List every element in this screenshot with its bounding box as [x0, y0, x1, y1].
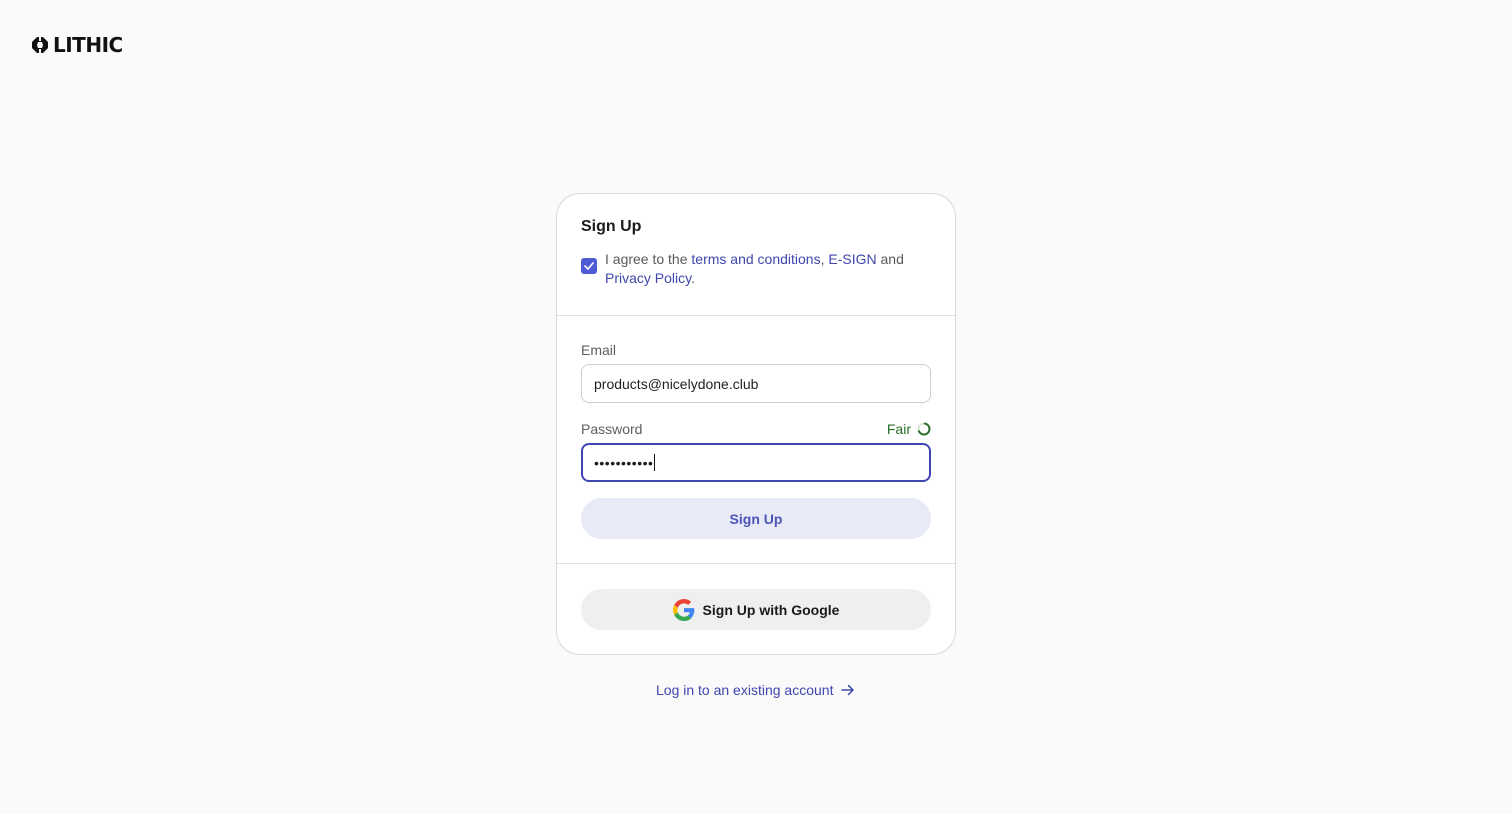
- signup-card: Sign Up I agree to the terms and conditi…: [556, 193, 956, 655]
- esign-link[interactable]: E-SIGN: [828, 251, 876, 267]
- lithic-logo-icon: [32, 36, 48, 54]
- brand-logo: LITHIC: [31, 33, 123, 57]
- password-strength: Fair: [887, 421, 931, 437]
- terms-link[interactable]: terms and conditions: [691, 251, 820, 267]
- password-value: •••••••••••: [594, 454, 654, 471]
- agreement-text: I agree to the terms and conditions, E-S…: [605, 250, 931, 288]
- privacy-link[interactable]: Privacy Policy: [605, 270, 691, 286]
- card-title: Sign Up: [581, 218, 642, 235]
- text-caret: [654, 454, 656, 471]
- password-field[interactable]: •••••••••••: [581, 443, 931, 482]
- agreement-row: I agree to the terms and conditions, E-S…: [581, 250, 931, 288]
- credentials-section: Email products@nicelydone.club Password …: [557, 316, 955, 564]
- google-button-label: Sign Up with Google: [702, 601, 840, 618]
- login-link-label: Log in to an existing account: [656, 682, 834, 698]
- email-value: products@nicelydone.club: [594, 375, 759, 392]
- password-label-row: Password Fair: [581, 421, 931, 437]
- google-sign-up-button[interactable]: Sign Up with Google: [581, 589, 931, 630]
- password-label: Password: [581, 421, 643, 437]
- email-label: Email: [581, 342, 617, 358]
- sign-up-button[interactable]: Sign Up: [581, 498, 931, 539]
- oauth-section: Sign Up with Google: [557, 564, 955, 654]
- checkmark-icon: [584, 262, 594, 270]
- strength-label: Fair: [886, 421, 911, 437]
- brand-name: LITHIC: [53, 33, 123, 57]
- email-field[interactable]: products@nicelydone.club: [581, 364, 931, 403]
- strength-ring-icon: [917, 422, 931, 436]
- agreement-prefix: I agree to the: [605, 251, 692, 267]
- agree-checkbox[interactable]: [581, 258, 597, 274]
- arrow-right-icon: [841, 684, 855, 696]
- agreement-suffix: .: [691, 270, 695, 286]
- agreement-section: Sign Up I agree to the terms and conditi…: [557, 194, 955, 316]
- login-link[interactable]: Log in to an existing account: [656, 682, 855, 698]
- agreement-and: and: [876, 251, 904, 267]
- google-icon: [672, 598, 694, 621]
